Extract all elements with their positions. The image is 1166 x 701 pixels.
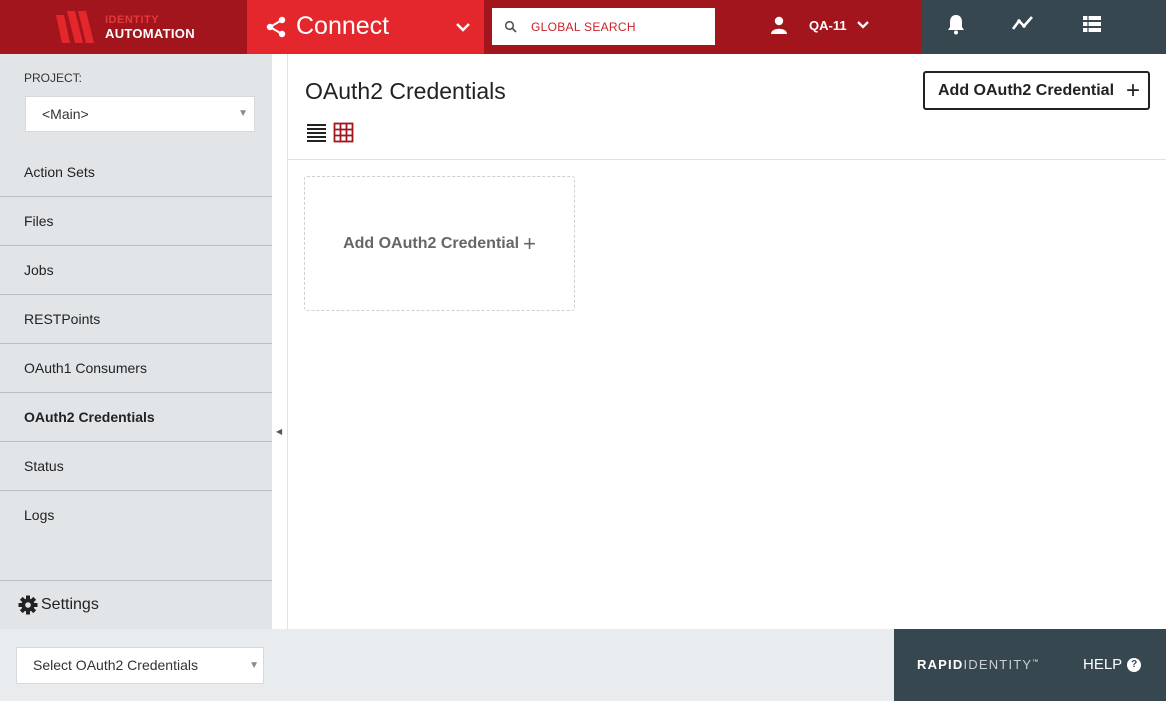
footer-bar: Select OAuth2 Credentials ▼ xyxy=(0,629,894,701)
chevron-down-icon xyxy=(856,21,869,29)
sidebar-item-logs[interactable]: Logs xyxy=(0,491,272,540)
sidebar-collapse-handle[interactable]: ◀ xyxy=(272,54,288,629)
help-button[interactable]: HELP ? xyxy=(1083,656,1142,673)
footer-brand-panel: RAPIDIDENTITY™ HELP ? xyxy=(894,629,1166,701)
user-name: QA-11 xyxy=(809,17,847,33)
user-icon xyxy=(771,16,787,34)
help-label: HELP xyxy=(1083,656,1123,673)
sidebar-item-oauth2-credentials[interactable]: OAuth2 Credentials xyxy=(0,393,272,442)
chevron-down-icon xyxy=(456,23,470,32)
global-search[interactable] xyxy=(492,8,715,45)
brand-line-1: IDENTITY xyxy=(105,14,160,26)
brand-thin-text: IDENTITY xyxy=(963,657,1033,672)
grid-view-icon[interactable] xyxy=(333,122,354,143)
add-oauth2-credential-card[interactable]: Add OAuth2 Credential + xyxy=(304,176,575,311)
rapididentity-logo: RAPIDIDENTITY™ xyxy=(917,657,1039,672)
user-menu[interactable]: QA-11 xyxy=(770,16,870,34)
search-icon xyxy=(504,20,517,33)
sidebar-item-action-sets[interactable]: Action Sets xyxy=(0,148,272,197)
page-title: OAuth2 Credentials xyxy=(305,78,506,104)
header-divider xyxy=(288,159,1166,160)
brand-bold-text: RAPID xyxy=(917,657,964,672)
sidebar-item-jobs[interactable]: Jobs xyxy=(0,246,272,295)
sidebar-item-files[interactable]: Files xyxy=(0,197,272,246)
app-switcher[interactable]: Connect xyxy=(247,0,484,54)
dropdown-triangle-icon: ▼ xyxy=(249,660,259,671)
project-label: PROJECT: xyxy=(24,71,83,85)
credential-select[interactable]: Select OAuth2 Credentials ▼ xyxy=(16,647,264,684)
app-name: Connect xyxy=(296,12,390,40)
sidebar-item-oauth1-consumers[interactable]: OAuth1 Consumers xyxy=(0,344,272,393)
search-area: QA-11 xyxy=(484,0,921,54)
header-icons xyxy=(921,0,1166,54)
global-search-input[interactable] xyxy=(531,19,701,34)
plus-icon: + xyxy=(523,230,536,256)
credential-select-value: Select OAuth2 Credentials xyxy=(33,657,198,673)
share-icon xyxy=(266,16,286,38)
sidebar-item-restpoints[interactable]: RESTPoints xyxy=(0,295,272,344)
add-oauth2-credential-button[interactable]: Add OAuth2 Credential + xyxy=(923,71,1150,110)
collapse-arrow-icon: ◀ xyxy=(276,427,283,436)
bell-icon[interactable] xyxy=(945,13,967,35)
top-bar: IDENTITY AUTOMATION Connect GLOBAL SEARC… xyxy=(0,0,1166,54)
identity-automation-logo-icon xyxy=(56,11,94,43)
apps-icon[interactable] xyxy=(1081,13,1103,35)
dropdown-triangle-icon: ▼ xyxy=(238,108,248,119)
activity-icon[interactable] xyxy=(1012,13,1034,35)
settings-button[interactable]: Settings xyxy=(0,580,272,629)
trademark-mark: ™ xyxy=(1032,659,1040,666)
view-toggle xyxy=(306,122,354,143)
gear-icon xyxy=(18,595,38,615)
brand-line-2: AUTOMATION xyxy=(105,26,195,41)
plus-icon: + xyxy=(1126,76,1141,104)
project-select[interactable]: <Main> ▼ xyxy=(25,96,255,132)
brand-logo[interactable]: IDENTITY AUTOMATION xyxy=(0,0,247,54)
sidebar-nav: Action Sets Files Jobs RESTPoints OAuth1… xyxy=(0,148,272,540)
add-button-label: Add OAuth2 Credential xyxy=(938,81,1115,99)
list-view-icon[interactable] xyxy=(306,122,327,143)
project-select-value: <Main> xyxy=(42,106,89,122)
main-content: OAuth2 Credentials Add OAuth2 Credential… xyxy=(288,54,1166,629)
sidebar: PROJECT: <Main> ▼ Action Sets Files Jobs… xyxy=(0,54,272,629)
help-icon: ? xyxy=(1127,657,1142,672)
sidebar-item-status[interactable]: Status xyxy=(0,442,272,491)
settings-label: Settings xyxy=(41,596,99,613)
add-card-label: Add OAuth2 Credential xyxy=(343,234,520,252)
